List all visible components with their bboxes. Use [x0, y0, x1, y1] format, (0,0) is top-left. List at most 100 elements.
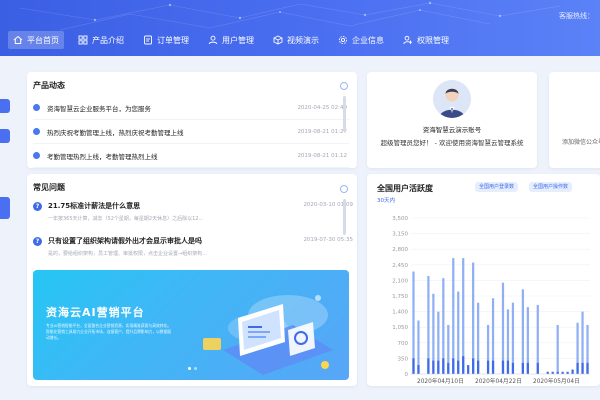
y-tick-label: 3,500 — [392, 216, 408, 222]
news-date: 2019-08-21 01:27 — [297, 128, 347, 135]
nav-item-home[interactable]: 平台首页 — [8, 31, 64, 49]
nav-item-orders[interactable]: 订单管理 — [138, 31, 194, 49]
bar-operation — [437, 360, 440, 374]
faq-answer: 一年按365天计算，减去（52个星期，每星期2天休息）之后除以12... — [48, 216, 204, 222]
nav-item-products[interactable]: 产品介绍 — [73, 31, 129, 49]
side-tab[interactable] — [0, 99, 10, 113]
nav-item-video[interactable]: 视频演示 — [268, 31, 324, 49]
carousel-dot[interactable] — [188, 367, 191, 370]
banner-description: 专业AI营销智能平台，全面整合企业营销资源，实现精准获客与高效转化。智能化营销工… — [46, 323, 172, 340]
nav-item-company[interactable]: 企业信息 — [333, 31, 389, 49]
bar-operation — [472, 358, 475, 374]
bar-operation — [561, 371, 564, 374]
bar-operation — [486, 360, 490, 374]
bullet-icon — [33, 128, 40, 135]
scroll-handle[interactable] — [340, 82, 348, 90]
question-icon: ? — [33, 236, 42, 246]
question-icon: ? — [33, 201, 42, 211]
avatar[interactable] — [433, 80, 471, 118]
user-avatar-icon — [433, 80, 471, 118]
faq-item[interactable]: ? 只有设置了组织架构请假外出才会显示审批人是吗 是的，要给组织架构，员工管理、… — [33, 236, 353, 257]
bar-operation — [551, 371, 554, 374]
x-tick-label: 2020年04月22日 — [475, 377, 522, 385]
bar-operation — [506, 360, 510, 374]
nav-item-label: 用户管理 — [222, 35, 254, 45]
faq-question: 只有设置了组织架构请假外出才会显示审批人是吗 — [48, 237, 202, 245]
bar-operation — [556, 371, 559, 374]
faq-item[interactable]: ? 21.75标准计薪法是什么意思 一年按365天计算，减去（52个星期，每星期… — [33, 201, 353, 222]
y-tick-label: 2,100 — [392, 278, 408, 284]
y-tick-label: 1,400 — [392, 310, 408, 316]
scroll-handle[interactable] — [340, 185, 348, 193]
side-tab[interactable] — [0, 129, 10, 143]
nav-item-users[interactable]: 用户管理 — [203, 31, 259, 49]
welcome-message: 超级管理员您好！ - 欢迎使用资海智慧云管理系统 — [380, 139, 524, 147]
side-tab[interactable] — [0, 197, 10, 219]
nav-item-label: 权限管理 — [417, 35, 449, 45]
bar-operation — [412, 358, 415, 374]
faq-title: 常见问题 — [33, 183, 65, 192]
y-tick-label: 700 — [398, 341, 409, 347]
y-tick-label: 3,150 — [392, 232, 408, 238]
customer-hotline: 客服热线： — [559, 12, 594, 20]
bar-login — [521, 289, 524, 374]
y-tick-label: 350 — [398, 356, 409, 362]
bar-operation — [536, 362, 539, 374]
news-text: 考勤管理热烈上线，考勤管理热烈上线 — [47, 152, 158, 161]
carousel-dot[interactable] — [194, 367, 197, 370]
promo-banner[interactable]: 资海云AI营销平台 专业AI营销智能平台，全面整合企业营销资源，实现精准获客与高… — [33, 270, 349, 380]
user-icon — [208, 35, 218, 45]
bar-operation — [546, 371, 549, 374]
bar-operation — [447, 362, 450, 374]
bar-operation — [586, 362, 589, 374]
scrollbar[interactable] — [343, 96, 346, 132]
bar-login — [556, 324, 559, 374]
product-news-list: 资海智慧云企业服务平台，为您服务 2020-04-25 02:49 热烈庆祝考勤… — [33, 96, 349, 168]
top-header: 客服热线： 平台首页 产品介绍 订单管理 用户管理 视频演示 企业信息 权限管理 — [0, 0, 600, 56]
nav-item-label: 产品介绍 — [92, 35, 124, 45]
y-tick-label: 1,050 — [392, 325, 408, 331]
scrollbar[interactable] — [343, 199, 346, 235]
list-item[interactable]: 资海智慧云企业服务平台，为您服务 2020-04-25 02:49 — [33, 96, 349, 120]
activity-chart-card: 全国用户活跃度 30天内 全国用户登录数 全国用户操作数 0 350 700 1,05… — [367, 174, 600, 386]
list-item[interactable]: 热烈庆祝考勤管理上线，热烈庆祝考勤管理上线 2019-08-21 01:27 — [33, 120, 349, 144]
main-nav: 平台首页 产品介绍 订单管理 用户管理 视频演示 企业信息 权限管理 — [8, 31, 463, 49]
cube-icon — [273, 35, 283, 45]
faq-date: 2019-07-30 05:35 — [303, 237, 353, 243]
list-item[interactable]: 考勤管理热烈上线，考勤管理热烈上线 2019-08-21 01:12 — [33, 144, 349, 168]
left-edge — [0, 56, 16, 400]
faq-card: 常见问题 ? 21.75标准计薪法是什么意思 一年按365天计算，减去（52个星… — [27, 174, 357, 386]
bar-chart: 0 350 700 1,050 1,400 1,750 2,100 2,450 2,800 3,1… — [392, 216, 590, 385]
y-tick-label: 1,750 — [392, 294, 408, 300]
nav-item-permissions[interactable]: 权限管理 — [398, 31, 454, 49]
wechat-card: 添加微信公众号 — [549, 72, 600, 168]
y-tick-label: 0 — [405, 372, 409, 378]
bar-operation — [526, 362, 529, 374]
product-news-card: 产品动态 资海智慧云企业服务平台，为您服务 2020-04-25 02:49 热… — [27, 72, 357, 168]
home-icon — [13, 35, 23, 45]
bar-operation — [477, 360, 480, 374]
bar-operation — [432, 360, 435, 374]
bar-operation — [442, 358, 445, 374]
bar-login — [452, 258, 455, 374]
bar-login — [501, 282, 505, 374]
nav-item-label: 企业信息 — [352, 35, 384, 45]
bar-operation — [571, 369, 574, 374]
account-card: 资海智慧云演示账号 超级管理员您好！ - 欢迎使用资海智慧云管理系统 — [367, 72, 537, 168]
x-tick-label: 2020年05月04日 — [533, 377, 580, 385]
product-news-title: 产品动态 — [33, 81, 65, 90]
order-icon — [143, 35, 153, 45]
grid-icon — [78, 35, 88, 45]
bar-operation — [462, 356, 465, 374]
bullet-icon — [33, 104, 40, 111]
bar-operation — [457, 360, 460, 374]
news-date: 2019-08-21 01:12 — [297, 152, 347, 159]
bar-operation — [467, 365, 470, 374]
app-window: 客服热线： 平台首页 产品介绍 订单管理 用户管理 视频演示 企业信息 权限管理… — [0, 0, 600, 400]
bar-operation — [501, 360, 505, 374]
bar-operation — [427, 358, 430, 374]
x-tick-label: 2020年04月10日 — [417, 377, 464, 385]
carousel-dots[interactable] — [188, 367, 200, 370]
bar-operation — [581, 362, 584, 374]
bar-operation — [417, 365, 420, 374]
